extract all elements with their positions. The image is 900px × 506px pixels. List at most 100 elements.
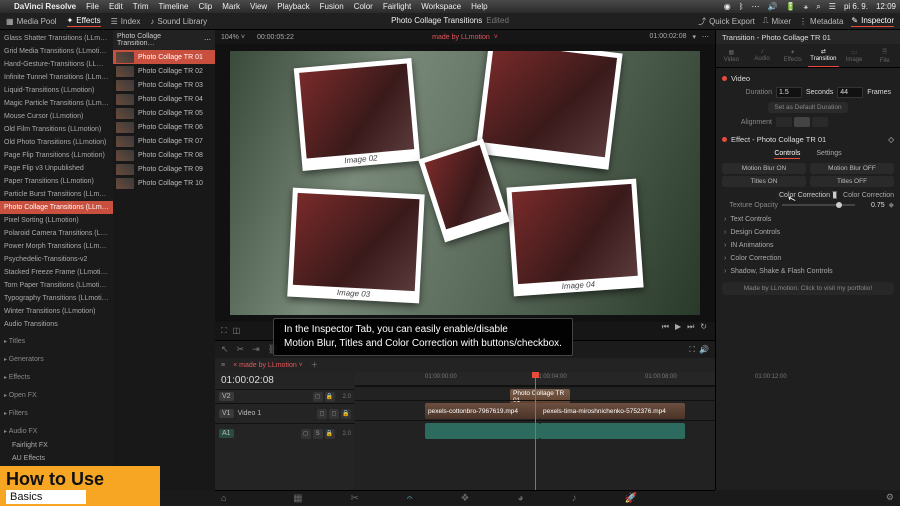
clip-audio-1[interactable] — [425, 423, 540, 439]
align-center-button[interactable] — [794, 117, 810, 127]
preset-item[interactable]: Photo Collage TR 10 — [113, 176, 215, 190]
tab-effects[interactable]: ✦Effects — [67, 16, 101, 27]
tab-sound-library[interactable]: ♪Sound Library — [150, 17, 207, 26]
clip-audio-2[interactable] — [540, 423, 685, 439]
inspector-section-video[interactable]: Video — [722, 72, 894, 85]
project-settings-icon[interactable]: ⚙ — [886, 492, 894, 503]
clip-video-1[interactable]: pexels-cottonbro-7967619.mp4 — [425, 403, 540, 419]
preset-item[interactable]: Photo Collage TR 01 — [113, 50, 215, 64]
bluetooth-icon[interactable]: ᛒ — [739, 2, 744, 11]
effects-list-item[interactable]: Page Flip Transitions (LLmotion) — [0, 149, 113, 162]
page-color-icon[interactable]: ◕ — [517, 493, 523, 504]
track-header-v2[interactable]: V2◻🔒2.0 — [215, 389, 355, 403]
effects-list-item[interactable]: Old Photo Transitions (LLmotion) — [0, 136, 113, 149]
inspector-group[interactable]: IN Animations — [722, 239, 894, 252]
transform-icon[interactable]: ⛶ — [221, 326, 227, 336]
effects-list-item[interactable]: Page Flip v3 Unpublished — [0, 162, 113, 175]
menu-color[interactable]: Color — [354, 2, 373, 11]
ethernet-icon[interactable]: ⋯ — [752, 2, 760, 11]
wifi-icon[interactable]: ⚹ — [803, 2, 808, 12]
effects-list-item[interactable]: Hand-Gesture-Transitions (LLmo… — [0, 58, 113, 71]
page-fairlight-icon[interactable]: ♪ — [571, 493, 576, 504]
menu-fairlight[interactable]: Fairlight — [383, 2, 411, 11]
track-lock-icon[interactable]: 🔒 — [341, 409, 351, 419]
inspector-tab-file[interactable]: 🗎File — [869, 44, 900, 67]
effects-list-item[interactable]: Audio Transitions — [0, 318, 113, 331]
effects-category[interactable]: Titles — [0, 335, 113, 349]
clip-video-2[interactable]: pexels-tima-miroshnichenko-5752376.mp4 — [540, 403, 685, 419]
menu-clip[interactable]: Clip — [198, 2, 212, 11]
timeline[interactable]: 01:00:02:08 V2◻🔒2.0 V1Video 1◻◻🔒 A1◻S🔒2.… — [215, 372, 715, 490]
inspector-group[interactable]: Design Controls — [722, 226, 894, 239]
inspector-group[interactable]: Text Controls — [722, 213, 894, 226]
timeline-add-icon[interactable]: ＋ — [311, 360, 318, 370]
timeline-stack-icon[interactable]: ≡ — [221, 362, 225, 369]
control-center-icon[interactable]: ☰ — [829, 2, 836, 11]
menu-file[interactable]: File — [86, 2, 99, 11]
volume-icon[interactable]: 🔊 — [768, 2, 778, 11]
effects-list-item[interactable]: Photo Collage Transitions (LLm… — [0, 201, 113, 214]
texture-opacity-value[interactable]: 0.75 — [859, 202, 885, 209]
set-default-duration-button[interactable]: Set as Default Duration — [768, 102, 847, 113]
battery-icon[interactable]: 🔋 — [786, 2, 796, 11]
effects-list-item[interactable]: Paper Transitions (LLmotion) — [0, 175, 113, 188]
play-button[interactable]: ▶ — [675, 322, 681, 332]
timeline-canvas[interactable]: 01:00:00:00 01:00:04:00 01:00:08:00 01:0… — [355, 372, 715, 490]
keyframe-icon[interactable]: ◇ — [888, 135, 894, 144]
track-solo-icon[interactable]: S — [313, 429, 323, 439]
preset-item[interactable]: Photo Collage TR 06 — [113, 120, 215, 134]
subtab-settings[interactable]: Settings — [816, 150, 841, 159]
preset-item[interactable]: Photo Collage TR 07 — [113, 134, 215, 148]
crop-icon[interactable]: ◫ — [233, 326, 241, 336]
viewer-zoom[interactable]: 104% ˅ — [221, 34, 245, 41]
menu-view[interactable]: View — [250, 2, 267, 11]
page-media-icon[interactable]: ▦ — [293, 493, 302, 504]
status-time[interactable]: 12:09 — [876, 2, 896, 11]
page-deliver-icon[interactable]: 🚀 — [624, 493, 636, 504]
effects-list-item[interactable]: Torn Paper Transitions (LLmoti… — [0, 279, 113, 292]
menu-fusion[interactable]: Fusion — [320, 2, 344, 11]
duration-frames-input[interactable] — [837, 87, 863, 98]
inspector-tab-audio[interactable]: ♪Audio — [747, 44, 778, 67]
effects-list-item[interactable]: Infinite Tunnel Transitions (LLm… — [0, 71, 113, 84]
effects-list-item[interactable]: Old Film Transitions (LLmotion) — [0, 123, 113, 136]
volume-icon[interactable]: 🔊 — [699, 345, 709, 354]
inspector-section-effect[interactable]: Effect - Photo Collage TR 01◇ — [722, 133, 894, 146]
effects-list-item[interactable]: AU Effects — [0, 452, 113, 465]
viewer-title[interactable]: made by LLmotion˅ — [432, 34, 498, 41]
timeline-timecode[interactable]: 01:00:02:08 — [650, 33, 687, 41]
effects-list-item[interactable]: Particle Burst Transitions (LLm… — [0, 188, 113, 201]
preset-item[interactable]: Photo Collage TR 08 — [113, 148, 215, 162]
motion-blur-on-button[interactable]: Motion Blur ON — [722, 163, 806, 174]
menu-timeline[interactable]: Timeline — [159, 2, 189, 11]
status-date[interactable]: pi 6. 9. — [844, 2, 868, 11]
duration-seconds-input[interactable] — [776, 87, 802, 98]
tab-quick-export[interactable]: ⤴Quick Export — [698, 16, 755, 27]
inspector-tab-transition[interactable]: ⇄Transition — [808, 44, 839, 67]
insert-tool-icon[interactable]: ⇥ — [252, 344, 260, 355]
menu-playback[interactable]: Playback — [277, 2, 309, 11]
menu-trim[interactable]: Trim — [133, 2, 149, 11]
track-mute-icon[interactable]: ◻ — [313, 392, 323, 402]
track-solo-icon[interactable]: ◻ — [329, 409, 339, 419]
prev-frame-button[interactable]: ⏮ — [662, 322, 669, 332]
page-cut-icon[interactable]: ✂ — [351, 493, 359, 504]
menu-workspace[interactable]: Workspace — [421, 2, 461, 11]
viewer-options-icon[interactable]: ⋯ — [702, 33, 709, 41]
blade-tool-icon[interactable]: ✂ — [237, 344, 245, 355]
align-start-button[interactable] — [776, 117, 792, 127]
keyframe-add-icon[interactable]: ◆ — [889, 201, 894, 209]
motion-blur-off-button[interactable]: Motion Blur OFF — [810, 163, 894, 174]
align-end-button[interactable] — [812, 117, 828, 127]
effects-list-item[interactable]: Mouse Cursor (LLmotion) — [0, 110, 113, 123]
track-mute-icon[interactable]: ◻ — [317, 409, 327, 419]
effects-list-item[interactable]: Grid Media Transitions (LLmotion) — [0, 45, 113, 58]
effects-list-item[interactable]: Glass Shatter Transitions (LLmoti… — [0, 32, 113, 45]
preset-item[interactable]: Photo Collage TR 04 — [113, 92, 215, 106]
subtab-controls[interactable]: Controls — [774, 150, 800, 159]
effects-list-item[interactable]: Magic Particle Transitions (LLmo… — [0, 97, 113, 110]
app-name[interactable]: DaVinci Resolve — [14, 2, 76, 11]
track-lock-icon[interactable]: 🔒 — [325, 429, 335, 439]
track-mute-icon[interactable]: ◻ — [301, 429, 311, 439]
home-icon[interactable]: ⌂ — [221, 493, 226, 503]
